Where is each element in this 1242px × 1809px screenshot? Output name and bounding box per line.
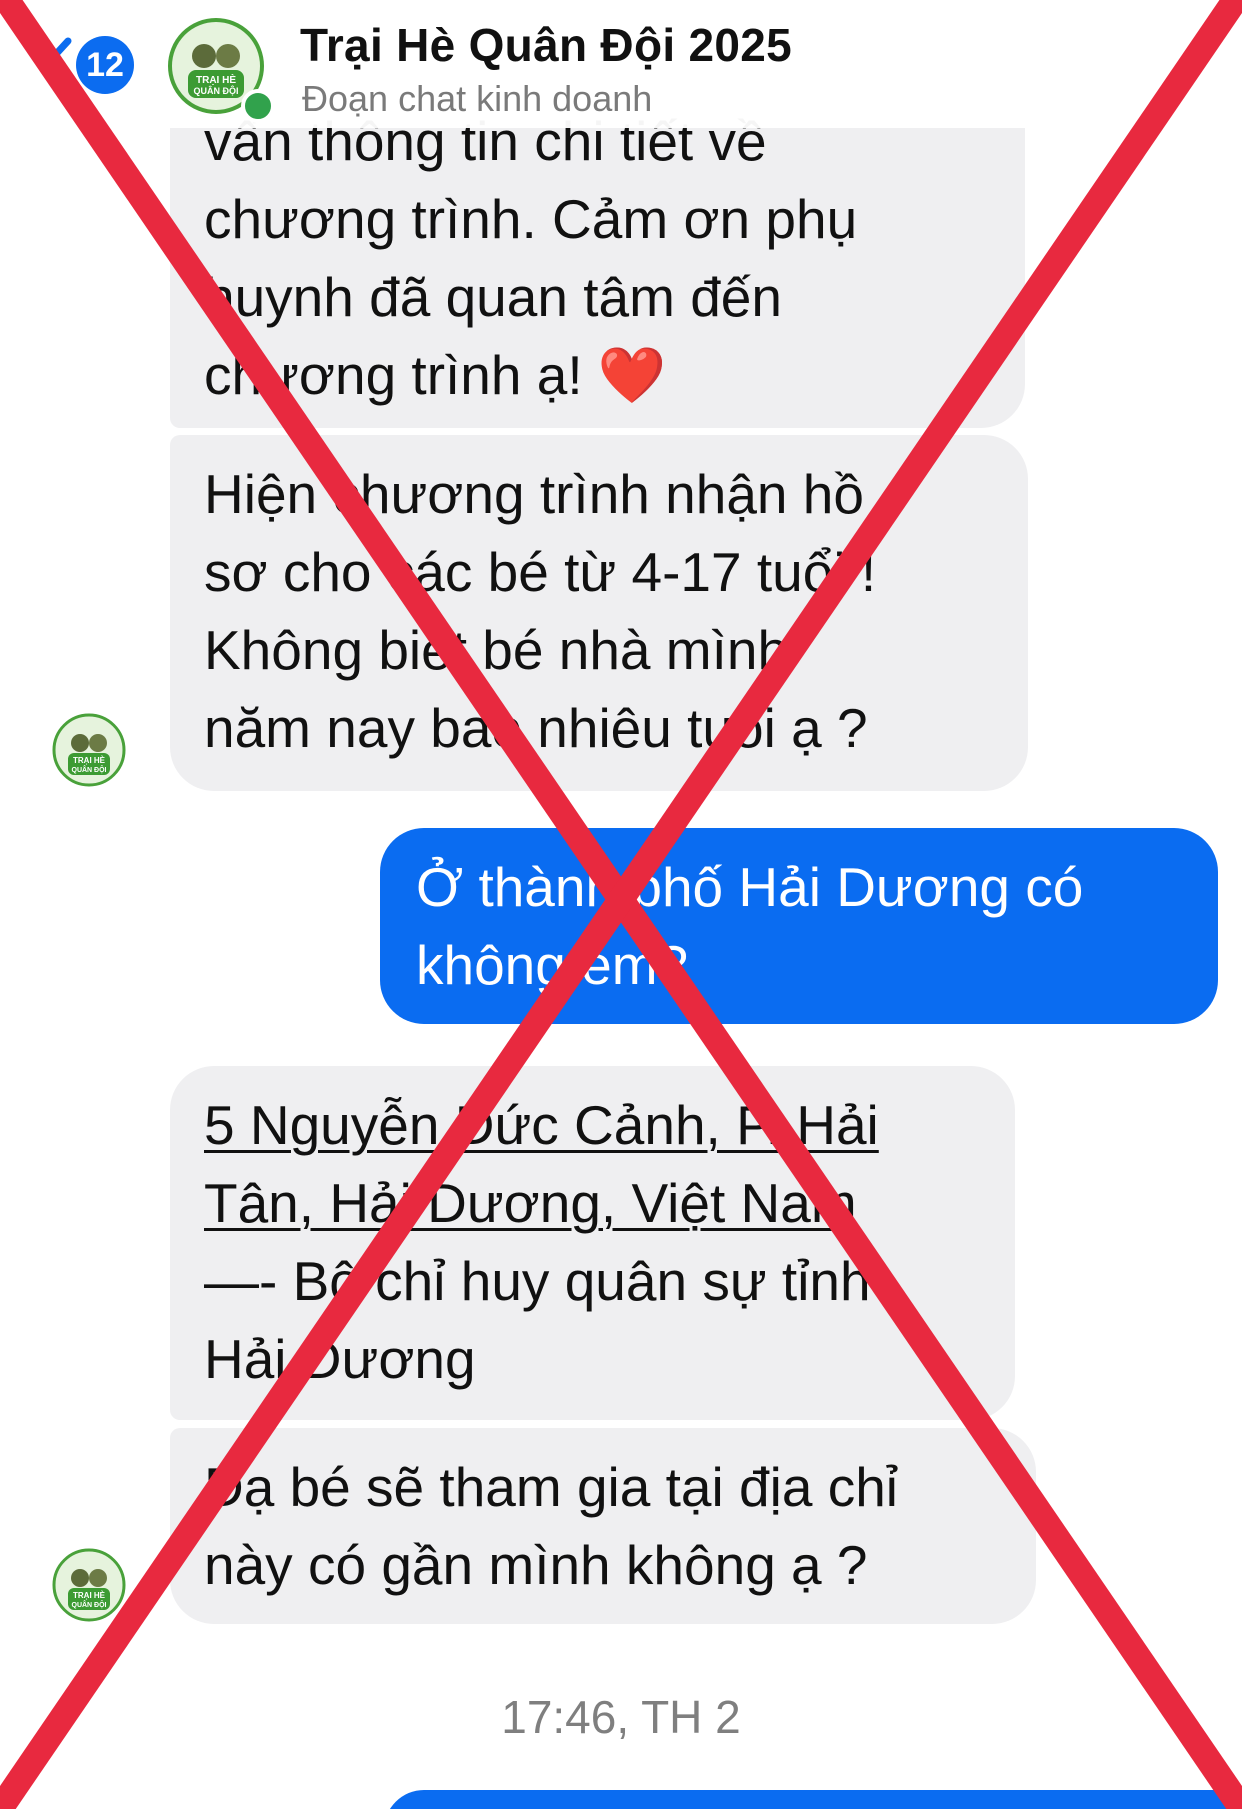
address-link[interactable]: 5 Nguyễn Đức Cảnh, P. Hải: [204, 1086, 879, 1164]
message-line: huynh đã quan tâm đến: [204, 266, 782, 328]
avatar-text: QUÂN ĐỘI: [72, 765, 107, 774]
message-line: —- Bộ chỉ huy quân sự tỉnh: [204, 1250, 871, 1312]
chat-header: 12 TRẠI HÈ QUÂN ĐỘI Trại Hè Quân Đội 202…: [0, 0, 1242, 128]
message-bubble-outgoing[interactable]: Ở thành phố Hải Dương có không em?: [380, 828, 1218, 1024]
sender-avatar[interactable]: TRẠI HÈ QUÂN ĐỘI: [52, 1548, 126, 1622]
message-bubble-incoming[interactable]: Hiện chương trình nhận hồ sơ cho các bé …: [170, 435, 1028, 791]
message-line: chương trình. Cảm ơn phụ: [204, 188, 858, 250]
chat-subtitle: Đoạn chat kinh doanh: [302, 78, 653, 119]
message-bubble-incoming[interactable]: 5 Nguyễn Đức Cảnh, P. Hải Tân, Hải Dương…: [170, 1066, 1015, 1420]
message-line: năm nay bao nhiêu tuổi ạ ?: [204, 697, 868, 759]
message-line: này có gần mình không ạ ?: [204, 1534, 868, 1596]
message-line: Hải Dương: [204, 1328, 476, 1390]
avatar-text: TRẠI HÈ: [73, 756, 106, 765]
message-line: không em?: [416, 934, 689, 996]
address-link[interactable]: Tân, Hải Dương, Việt Nam: [204, 1164, 857, 1242]
message-line: Dạ bé sẽ tham gia tại địa chỉ: [204, 1456, 898, 1518]
online-status-dot: [241, 89, 275, 123]
back-button[interactable]: 12: [40, 30, 134, 100]
message-line: sơ cho các bé từ 4-17 tuổi !: [204, 541, 877, 603]
message-bubble-incoming[interactable]: vấn thông tin chi tiết về chương trình. …: [170, 98, 1025, 428]
message-bubble-outgoing-partial[interactable]: [384, 1790, 1242, 1809]
avatar-text: QUÂN ĐỘI: [72, 1600, 107, 1609]
message-line: chương trình ạ! ❤️: [204, 344, 667, 406]
message-line: Không biết bé nhà mình: [204, 619, 789, 681]
chat-screen: vấn thông tin chi tiết về chương trình. …: [0, 0, 1242, 1809]
avatar-text: TRẠI HÈ: [73, 1591, 106, 1600]
message-bubble-incoming[interactable]: Dạ bé sẽ tham gia tại địa chỉ này có gần…: [170, 1428, 1036, 1624]
message-line: Hiện chương trình nhận hồ: [204, 463, 864, 525]
avatar-text: TRẠI HÈ: [196, 73, 236, 86]
message-line: Ở thành phố Hải Dương có: [416, 856, 1084, 918]
sender-avatar[interactable]: TRẠI HÈ QUÂN ĐỘI: [52, 713, 126, 787]
avatar-text: QUÂN ĐỘI: [194, 85, 239, 96]
unread-count-badge: 12: [76, 36, 134, 94]
chevron-left-icon: [42, 37, 72, 93]
chat-title[interactable]: Trại Hè Quân Đội 2025: [300, 18, 792, 72]
message-timestamp: 17:46, TH 2: [501, 1691, 741, 1743]
